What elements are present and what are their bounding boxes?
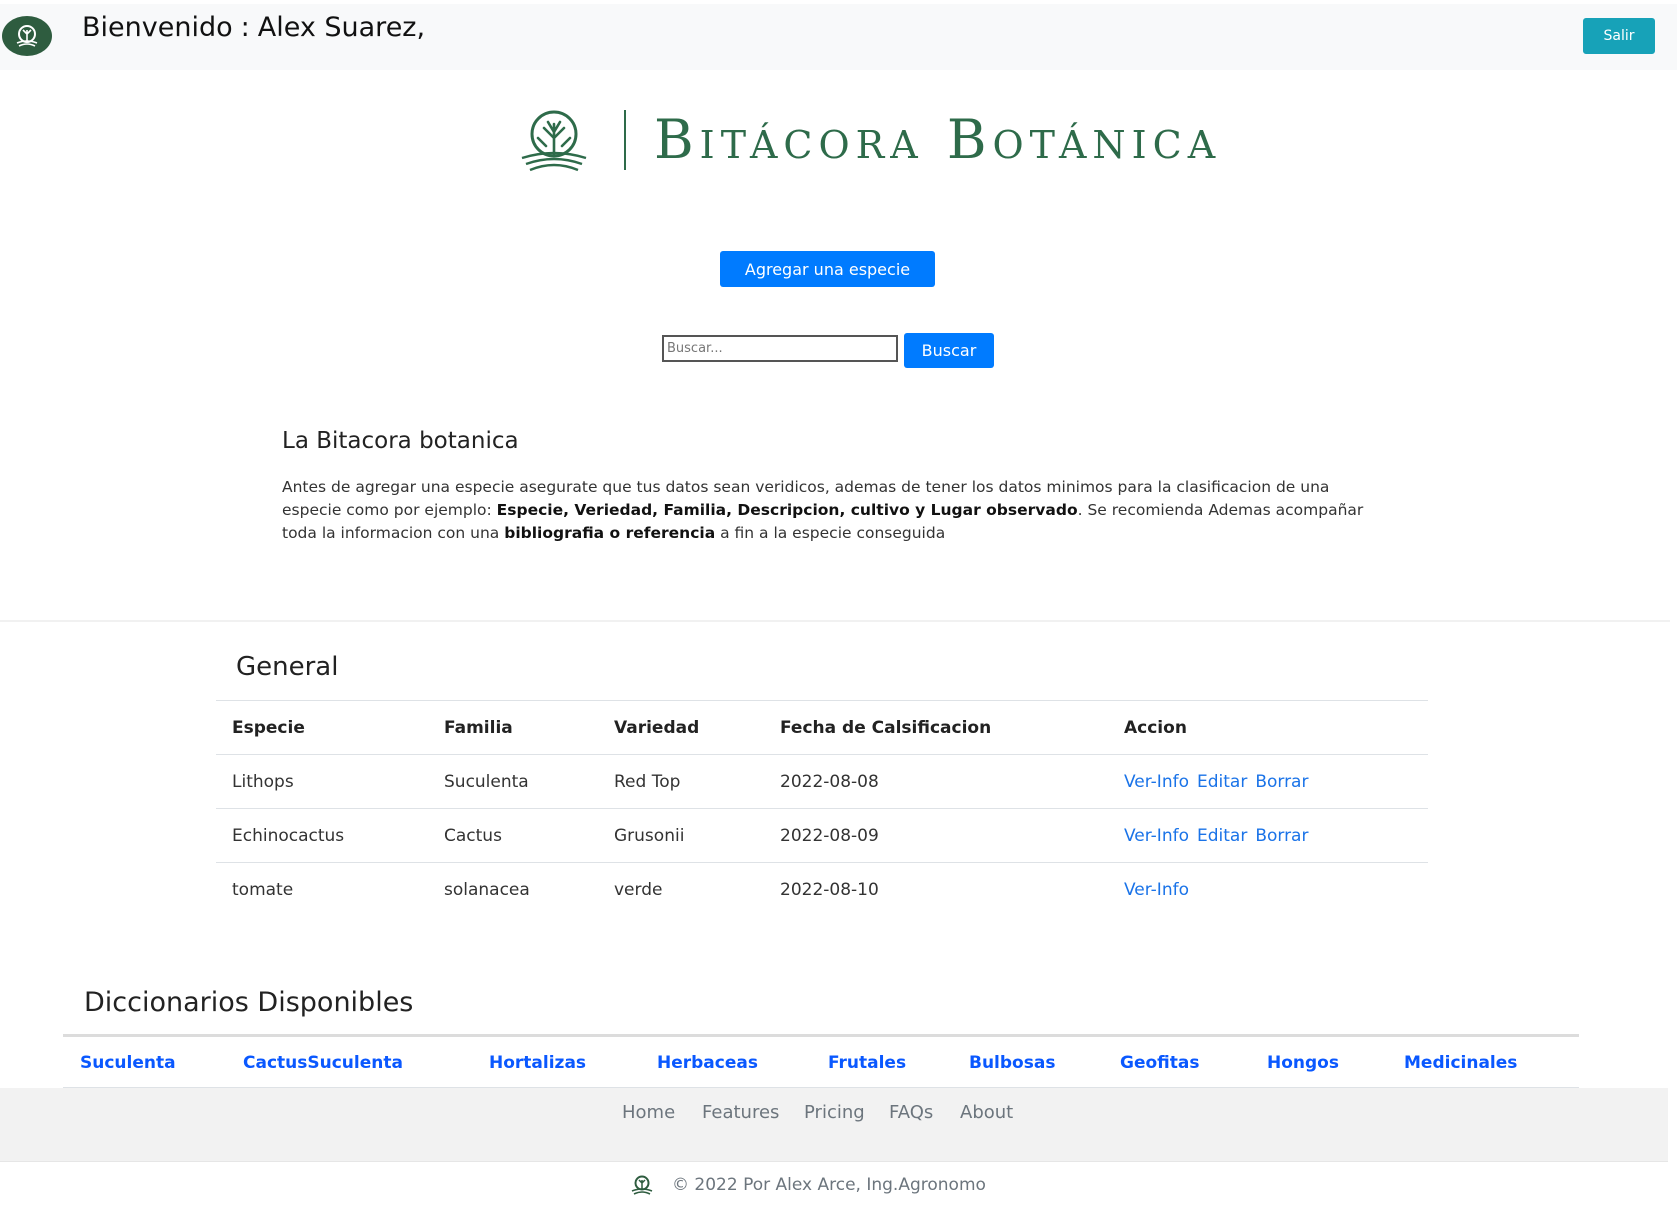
cell-fecha: 2022-08-09	[764, 808, 1108, 863]
cell-familia: Cactus	[428, 808, 598, 863]
cell-actions: Ver-Info	[1108, 862, 1428, 917]
column-header-familia: Familia	[428, 700, 598, 755]
search-input[interactable]	[662, 335, 898, 362]
intro-paragraph: Antes de agregar una especie asegurate q…	[282, 476, 1392, 545]
delete-link[interactable]: Borrar	[1255, 772, 1308, 792]
footer-link-pricing[interactable]: Pricing	[804, 1102, 865, 1123]
table-row: tomate solanacea verde 2022-08-10 Ver-In…	[216, 862, 1428, 917]
cell-familia: Suculenta	[428, 754, 598, 809]
cell-especie: Lithops	[216, 754, 428, 809]
footer-link-home[interactable]: Home	[622, 1102, 675, 1123]
logout-button[interactable]: Salir	[1583, 18, 1655, 54]
welcome-separator: :	[240, 12, 250, 43]
dictionary-link-frutales[interactable]: Frutales	[828, 1053, 906, 1073]
dictionary-link-geofitas[interactable]: Geofitas	[1120, 1053, 1199, 1073]
table-header-row: Especie Familia Variedad Fecha de Calsif…	[216, 700, 1428, 755]
dictionary-link-hongos[interactable]: Hongos	[1267, 1053, 1339, 1073]
table-row: Echinocactus Cactus Grusonii 2022-08-09 …	[216, 808, 1428, 863]
delete-link[interactable]: Borrar	[1255, 826, 1308, 846]
search-button[interactable]: Buscar	[904, 333, 994, 368]
user-name: Alex Suarez,	[257, 12, 426, 43]
cell-variedad: verde	[598, 862, 764, 917]
cell-fecha: 2022-08-10	[764, 862, 1108, 917]
logo-divider	[624, 110, 626, 170]
plant-logo-icon[interactable]	[2, 16, 52, 56]
copyright-text: © 2022 Por Alex Arce, Ing.Agronomo	[672, 1175, 986, 1195]
edit-link[interactable]: Editar	[1197, 772, 1247, 792]
intro-title: La Bitacora botanica	[282, 428, 519, 454]
cell-especie: Echinocactus	[216, 808, 428, 863]
welcome-message: Bienvenido: Alex Suarez,	[82, 12, 425, 43]
dictionary-link-medicinales[interactable]: Medicinales	[1404, 1053, 1517, 1073]
cell-variedad: Red Top	[598, 754, 764, 809]
top-header: Bienvenido: Alex Suarez, Salir	[0, 4, 1677, 70]
table-row: Lithops Suculenta Red Top 2022-08-08 Ver…	[216, 754, 1428, 809]
brand-name: Bitácora Botánica	[654, 108, 1222, 171]
dictionary-link-suculenta[interactable]: Suculenta	[80, 1053, 176, 1073]
welcome-label: Bienvenido	[82, 12, 233, 43]
dictionary-link-herbaceas[interactable]: Herbaceas	[657, 1053, 758, 1073]
plant-logo-icon	[631, 1175, 653, 1195]
dictionary-link-bulbosas[interactable]: Bulbosas	[969, 1053, 1055, 1073]
brand-logo: Bitácora Botánica	[516, 100, 1215, 176]
cell-variedad: Grusonii	[598, 808, 764, 863]
intro-text-3: a fin a la especie conseguida	[715, 524, 946, 542]
dictionaries-title: Diccionarios Disponibles	[84, 987, 414, 1018]
plant-book-icon	[521, 110, 587, 172]
cell-fecha: 2022-08-08	[764, 754, 1108, 809]
view-info-link[interactable]: Ver-Info	[1124, 880, 1189, 900]
column-header-especie: Especie	[216, 700, 428, 755]
dictionaries-nav: Suculenta CactusSuculenta Hortalizas Her…	[63, 1037, 1579, 1088]
footer-copyright: © 2022 Por Alex Arce, Ing.Agronomo	[630, 1170, 986, 1200]
cell-familia: solanacea	[428, 862, 598, 917]
edit-link[interactable]: Editar	[1197, 826, 1247, 846]
dictionary-link-hortalizas[interactable]: Hortalizas	[489, 1053, 586, 1073]
cell-especie: tomate	[216, 862, 428, 917]
footer-link-about[interactable]: About	[960, 1102, 1013, 1123]
add-species-button[interactable]: Agregar una especie	[720, 251, 935, 287]
column-header-variedad: Variedad	[598, 700, 764, 755]
cell-actions: Ver-Info Editar Borrar	[1108, 808, 1428, 863]
view-info-link[interactable]: Ver-Info	[1124, 772, 1189, 792]
intro-section: La Bitacora botanica Antes de agregar un…	[282, 428, 1392, 545]
footer-link-features[interactable]: Features	[702, 1102, 779, 1123]
intro-required-fields: Especie, Veriedad, Familia, Descripcion,…	[496, 501, 1078, 519]
cell-actions: Ver-Info Editar Borrar	[1108, 754, 1428, 809]
species-table: Especie Familia Variedad Fecha de Calsif…	[216, 700, 1428, 917]
intro-bibliography: bibliografia o referencia	[504, 524, 716, 542]
general-title: General	[236, 652, 339, 682]
dictionary-link-cactussuculenta[interactable]: CactusSuculenta	[243, 1053, 403, 1073]
footer-nav: Home Features Pricing FAQs About	[0, 1088, 1668, 1162]
column-header-fecha: Fecha de Calsificacion	[764, 700, 1108, 755]
column-header-accion: Accion	[1108, 700, 1428, 755]
view-info-link[interactable]: Ver-Info	[1124, 826, 1189, 846]
section-divider	[0, 620, 1670, 622]
footer-link-faqs[interactable]: FAQs	[889, 1102, 933, 1123]
